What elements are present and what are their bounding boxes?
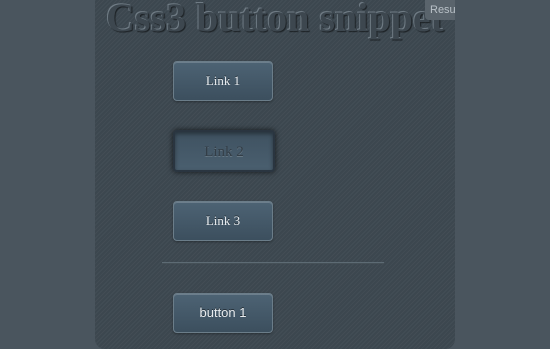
button-1[interactable]: button 1: [173, 293, 273, 333]
page-title: Css3 button snippet: [106, 0, 444, 40]
link-2-button[interactable]: Link 2: [173, 130, 275, 172]
result-view: Css3 button snippet Resu Link 1 Link 2 L…: [0, 0, 550, 349]
demo-panel: [95, 0, 455, 349]
result-tab[interactable]: Resu: [425, 0, 455, 20]
divider: [162, 262, 384, 264]
link-1-button[interactable]: Link 1: [173, 61, 273, 101]
link-3-button[interactable]: Link 3: [173, 201, 273, 241]
